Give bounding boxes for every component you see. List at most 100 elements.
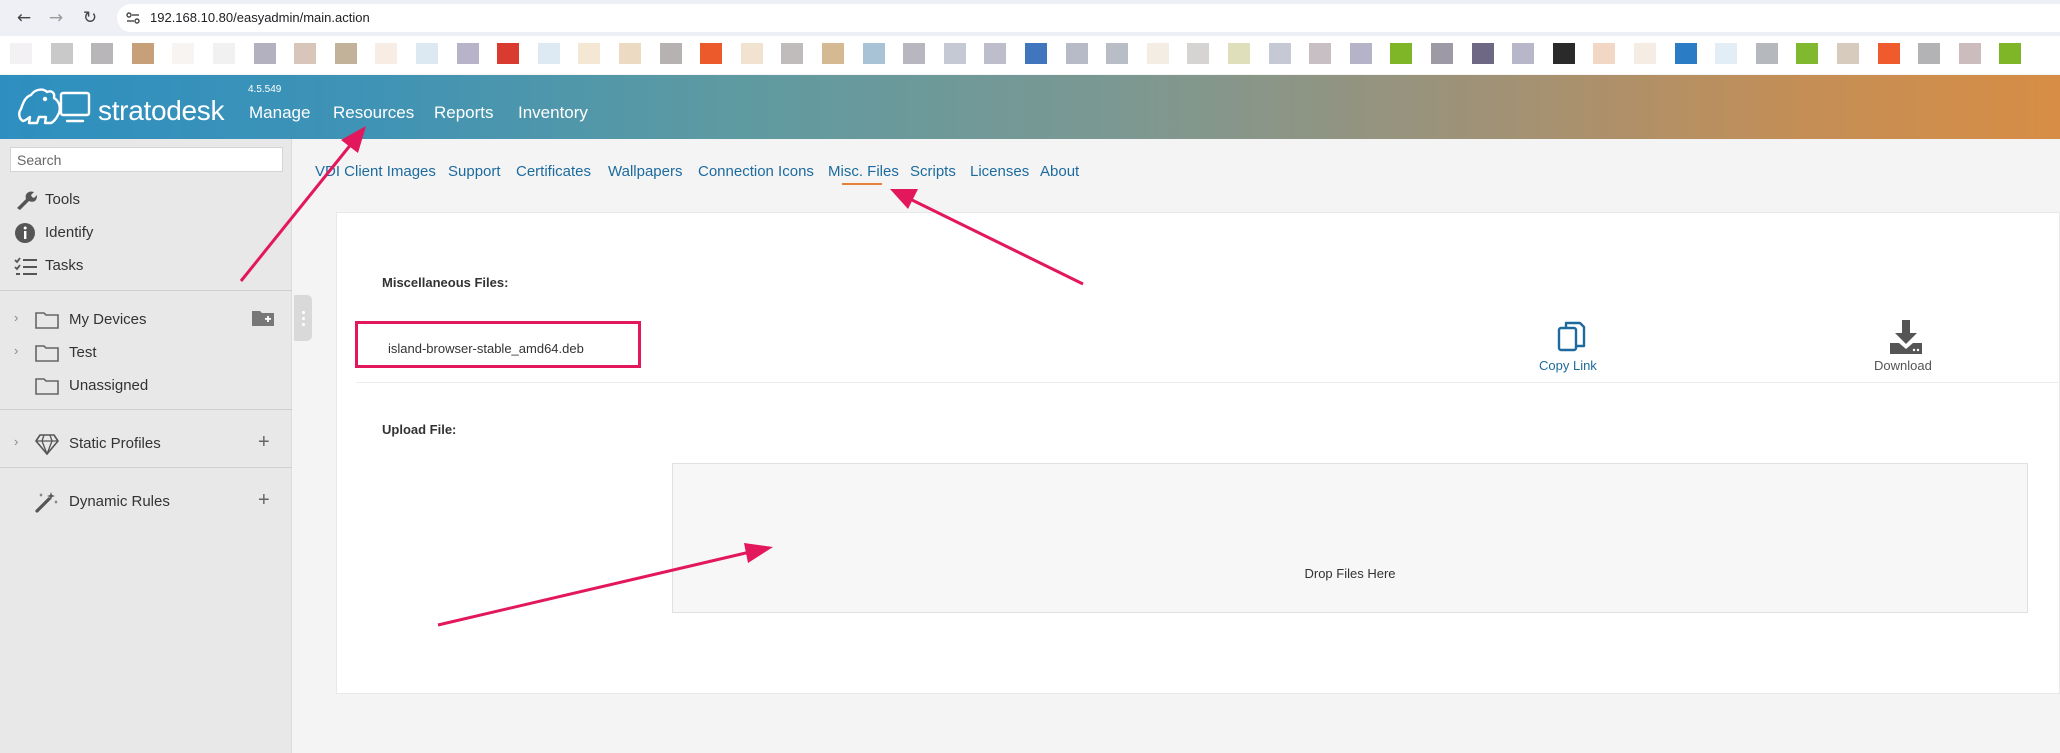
bookmark-favicon-icon[interactable] [254, 43, 276, 64]
bookmark-favicon-icon[interactable] [1999, 43, 2021, 64]
bookmark-favicon-icon[interactable] [903, 43, 925, 64]
sidebar-collapse-handle[interactable] [294, 295, 312, 341]
bookmark-favicon-icon[interactable] [1837, 43, 1859, 64]
tab-vdi-client-images[interactable]: VDI Client Images [315, 163, 436, 180]
bookmark-favicon-icon[interactable] [375, 43, 397, 64]
bookmark-favicon-icon[interactable] [1350, 43, 1372, 64]
bookmark-favicon-icon[interactable] [822, 43, 844, 64]
sidebar-item-label: Static Profiles [69, 435, 161, 452]
sidebar-folder-unassigned[interactable]: Unassigned [0, 372, 292, 398]
bookmark-favicon-icon[interactable] [1878, 43, 1900, 64]
bookmark-favicon-icon[interactable] [1634, 43, 1656, 64]
misc-files-panel [336, 212, 2060, 694]
brand-name[interactable]: stratodesk [98, 95, 224, 127]
bookmark-favicon-icon[interactable] [1512, 43, 1534, 64]
bookmark-favicon-icon[interactable] [944, 43, 966, 64]
folder-add-icon[interactable] [252, 309, 274, 326]
url-text[interactable]: 192.168.10.80/easyadmin/main.action [150, 10, 370, 25]
bookmark-favicon-icon[interactable] [1390, 43, 1412, 64]
bookmark-favicon-icon[interactable] [538, 43, 560, 64]
bookmark-favicon-icon[interactable] [51, 43, 73, 64]
bookmark-favicon-icon[interactable] [1431, 43, 1453, 64]
wrench-icon [17, 191, 37, 210]
bookmark-favicon-icon[interactable] [1228, 43, 1250, 64]
bookmark-favicon-icon[interactable] [1147, 43, 1169, 64]
menu-reports[interactable]: Reports [434, 103, 494, 123]
bookmark-favicon-icon[interactable] [416, 43, 438, 64]
reload-icon[interactable]: ↻ [80, 8, 100, 28]
browser-toolbar: ← → ↻ 192.168.10.80/easyadmin/main.actio… [0, 0, 2060, 36]
bear-logo-icon[interactable] [15, 83, 93, 129]
bookmark-favicon-icon[interactable] [1553, 43, 1575, 64]
bookmark-favicon-icon[interactable] [1796, 43, 1818, 64]
bookmark-favicon-icon[interactable] [1593, 43, 1615, 64]
bookmark-favicon-icon[interactable] [578, 43, 600, 64]
bookmark-favicon-icon[interactable] [91, 43, 113, 64]
bookmark-favicon-icon[interactable] [172, 43, 194, 64]
search-input[interactable] [10, 147, 283, 172]
back-arrow-icon[interactable]: ← [14, 8, 34, 28]
tab-wallpapers[interactable]: Wallpapers [608, 163, 682, 180]
sidebar-item-identify[interactable]: Identify [0, 219, 292, 245]
bookmark-favicon-icon[interactable] [741, 43, 763, 64]
forward-arrow-icon[interactable]: → [46, 8, 66, 28]
download-button[interactable]: Download [1855, 318, 1955, 374]
bookmark-favicon-icon[interactable] [984, 43, 1006, 64]
sidebar-item-static-profiles[interactable]: › Static Profiles + [0, 430, 292, 456]
sidebar-divider [0, 290, 292, 291]
copy-link-button[interactable]: Copy Link [1520, 318, 1620, 374]
bookmark-favicon-icon[interactable] [1309, 43, 1331, 64]
bookmarks-bar [0, 36, 2060, 74]
bookmark-favicon-icon[interactable] [1472, 43, 1494, 64]
bookmark-favicon-icon[interactable] [294, 43, 316, 64]
bookmark-favicon-icon[interactable] [1675, 43, 1697, 64]
sidebar-item-tasks[interactable]: Tasks [0, 252, 292, 278]
sidebar-folder-test[interactable]: › Test [0, 339, 292, 365]
tab-connection-icons[interactable]: Connection Icons [698, 163, 814, 180]
add-static-profile-plus-icon[interactable]: + [258, 432, 270, 452]
bookmark-favicon-icon[interactable] [1756, 43, 1778, 64]
chevron-right-icon[interactable]: › [14, 343, 18, 358]
bookmark-favicon-icon[interactable] [1187, 43, 1209, 64]
bookmark-favicon-icon[interactable] [132, 43, 154, 64]
bookmark-favicon-icon[interactable] [1918, 43, 1940, 64]
tab-misc-files[interactable]: Misc. Files [828, 163, 899, 180]
bookmark-favicon-icon[interactable] [619, 43, 641, 64]
bookmark-favicon-icon[interactable] [335, 43, 357, 64]
tab-about[interactable]: About [1040, 163, 1079, 180]
menu-inventory[interactable]: Inventory [518, 103, 588, 123]
bookmark-favicon-icon[interactable] [700, 43, 722, 64]
bookmark-favicon-icon[interactable] [660, 43, 682, 64]
bookmark-favicon-icon[interactable] [1106, 43, 1128, 64]
bookmark-favicon-icon[interactable] [1959, 43, 1981, 64]
sidebar-item-tools[interactable]: Tools [0, 186, 292, 212]
chevron-right-icon[interactable]: › [14, 310, 18, 325]
add-dynamic-rule-plus-icon[interactable]: + [258, 490, 270, 510]
misc-files-title: Miscellaneous Files: [382, 275, 509, 290]
tab-scripts[interactable]: Scripts [910, 163, 956, 180]
bookmark-favicon-icon[interactable] [781, 43, 803, 64]
tab-certificates[interactable]: Certificates [516, 163, 591, 180]
bookmark-favicon-icon[interactable] [1025, 43, 1047, 64]
chevron-right-icon[interactable]: › [14, 434, 18, 449]
bookmark-favicon-icon[interactable] [10, 43, 32, 64]
bookmark-favicon-icon[interactable] [863, 43, 885, 64]
bookmark-favicon-icon[interactable] [1715, 43, 1737, 64]
upload-file-title: Upload File: [382, 422, 457, 437]
file-dropzone[interactable]: Drop Files Here [672, 463, 2028, 613]
info-icon [15, 223, 35, 243]
site-info-icon[interactable] [125, 10, 141, 26]
bookmark-favicon-icon[interactable] [1066, 43, 1088, 64]
menu-manage[interactable]: Manage [249, 103, 310, 123]
bookmark-favicon-icon[interactable] [457, 43, 479, 64]
bookmark-favicon-icon[interactable] [1269, 43, 1291, 64]
bookmark-favicon-icon[interactable] [213, 43, 235, 64]
address-bar[interactable] [117, 4, 2060, 32]
tab-licenses[interactable]: Licenses [970, 163, 1029, 180]
download-label: Download [1874, 358, 1932, 373]
sidebar-item-dynamic-rules[interactable]: Dynamic Rules + [0, 488, 292, 514]
menu-resources[interactable]: Resources [333, 103, 414, 123]
sidebar-folder-my-devices[interactable]: › My Devices [0, 306, 292, 332]
tab-support[interactable]: Support [448, 163, 501, 180]
bookmark-favicon-icon[interactable] [497, 43, 519, 64]
